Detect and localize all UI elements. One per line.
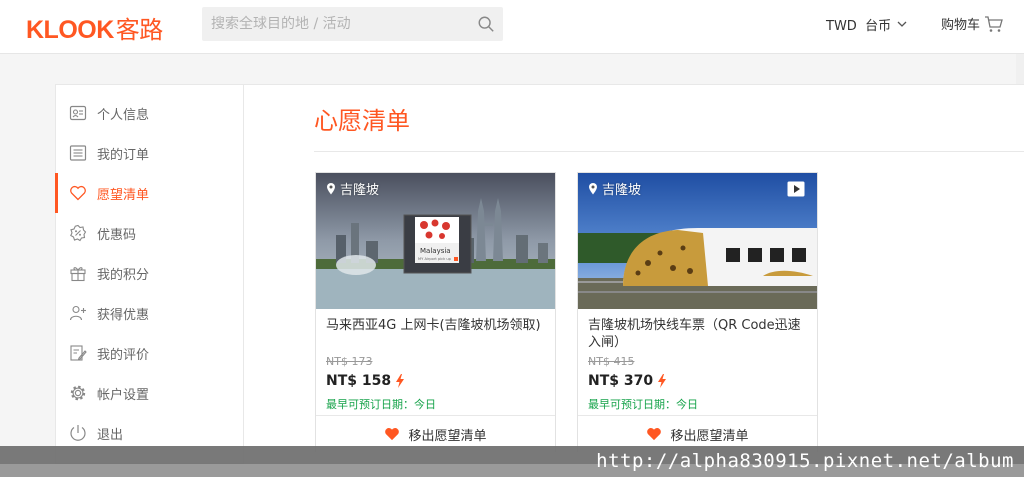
coupon-icon: [68, 223, 88, 243]
location-label: 吉隆坡: [340, 183, 380, 198]
sidebar-item-rewards[interactable]: 获得优惠: [56, 293, 243, 333]
sidebar-item-label: 我的订单: [97, 147, 150, 163]
video-play-icon[interactable]: [787, 181, 805, 197]
gift-icon: [68, 263, 88, 283]
sidebar-item-label: 退出: [97, 427, 124, 443]
search-input[interactable]: [202, 7, 470, 41]
sidebar-item-reviews[interactable]: 我的评价: [56, 333, 243, 373]
page-title: 心愿清单: [314, 107, 410, 135]
wishlist-panel: 心愿清单 Malaysia MY Airport pick up 吉隆坡 马来西…: [244, 84, 1024, 464]
product-title[interactable]: 马来西亚4G 上网卡(吉隆坡机场领取): [326, 317, 548, 334]
location-pin-icon: [327, 183, 335, 195]
invite-friends-icon: [68, 303, 88, 323]
product-image[interactable]: Malaysia MY Airport pick up 吉隆坡: [316, 173, 555, 309]
lightning-icon: [658, 374, 667, 388]
currency-selector[interactable]: TWD 台币: [826, 15, 907, 34]
current-price: NT$ 158: [326, 373, 405, 389]
remove-label: 移出愿望清单: [670, 427, 749, 443]
review-icon: [68, 343, 88, 363]
search-icon[interactable]: [477, 15, 495, 33]
sidebar-item-orders[interactable]: 我的订单: [56, 133, 243, 173]
top-header: KLOOK客路 TWD 台币 购物车: [0, 0, 1024, 54]
sidebar-item-settings[interactable]: 帐户设置: [56, 373, 243, 413]
location-label: 吉隆坡: [602, 183, 642, 198]
availability-text: 最早可预订日期：今日: [588, 398, 698, 411]
sidebar-item-label: 优惠码: [97, 227, 137, 243]
product-image[interactable]: 吉隆坡: [578, 173, 817, 309]
sim-card-sublabel: MY Airport pick up: [418, 257, 452, 261]
product-title[interactable]: 吉隆坡机场快线车票（QR Code迅速入闸）: [588, 317, 810, 351]
sidebar-item-label: 个人信息: [97, 107, 150, 123]
logo-text: KLOOK: [26, 16, 114, 44]
sidebar-item-label: 愿望清单: [97, 187, 150, 203]
wishlist-card[interactable]: Malaysia MY Airport pick up 吉隆坡 马来西亚4G 上…: [315, 172, 556, 452]
heart-filled-icon: [385, 428, 400, 441]
price-value: NT$ 158: [326, 373, 392, 389]
sidebar-item-profile[interactable]: 个人信息: [56, 93, 243, 133]
chevron-down-icon: [897, 21, 907, 27]
klook-logo[interactable]: KLOOK客路: [26, 10, 163, 45]
cart-button[interactable]: 购物车: [941, 14, 1004, 33]
remove-label: 移出愿望清单: [408, 427, 487, 443]
location-tag: 吉隆坡: [588, 179, 641, 198]
currency-label: TWD 台币: [826, 19, 892, 34]
sidebar-item-wishlist[interactable]: 愿望清单: [55, 173, 243, 213]
lightning-icon: [396, 374, 405, 388]
title-divider: [314, 151, 1024, 152]
gear-icon: [68, 383, 88, 403]
id-card-icon: [68, 103, 88, 123]
wishlist-card[interactable]: 吉隆坡 吉隆坡机场快线车票（QR Code迅速入闸） NT$ 415 NT$ 3…: [577, 172, 818, 452]
cart-icon: [985, 15, 1003, 32]
heart-icon: [68, 183, 88, 203]
power-icon: [68, 423, 88, 443]
sidebar-item-points[interactable]: 我的积分: [56, 253, 243, 293]
logo-text-cn: 客路: [115, 16, 164, 44]
availability-text: 最早可预订日期：今日: [326, 398, 436, 411]
location-tag: 吉隆坡: [326, 179, 379, 198]
watermark-text: http://alpha830915.pixnet.net/album: [596, 450, 1014, 472]
search-box: [202, 7, 503, 41]
sidebar-item-label: 我的积分: [97, 267, 150, 283]
sidebar-item-label: 帐户设置: [97, 387, 150, 403]
sidebar-item-coupons[interactable]: 优惠码: [56, 213, 243, 253]
heart-filled-icon: [647, 428, 662, 441]
current-price: NT$ 370: [588, 373, 667, 389]
location-pin-icon: [589, 183, 597, 195]
price-value: NT$ 370: [588, 373, 654, 389]
original-price: NT$ 173: [326, 355, 373, 368]
order-list-icon: [68, 143, 88, 163]
account-sidebar: 个人信息 我的订单 愿望清单 优惠码 我的积分 获得优惠 我的评价 帐户设置 退…: [55, 84, 244, 464]
sidebar-item-label: 获得优惠: [97, 307, 150, 323]
original-price: NT$ 415: [588, 355, 635, 368]
sim-card-label: Malaysia: [420, 247, 451, 255]
cart-label: 购物车: [941, 18, 981, 33]
sidebar-item-label: 我的评价: [97, 347, 150, 363]
